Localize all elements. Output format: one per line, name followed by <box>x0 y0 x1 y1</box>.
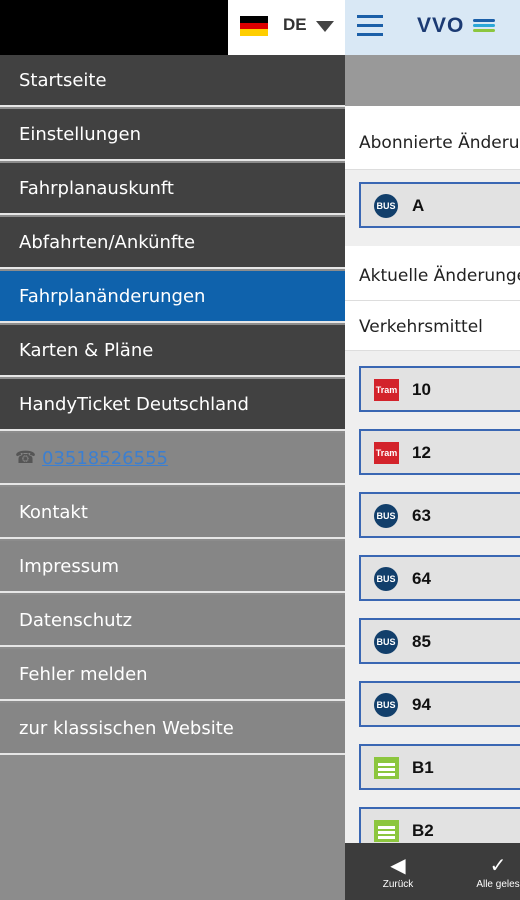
line-button-63[interactable]: BUS 63 <box>359 492 520 538</box>
transport-filter-label[interactable]: Verkehrsmittel <box>359 317 483 337</box>
subscribed-line-button[interactable]: BUS A <box>359 182 520 228</box>
menu-item-klassische-website[interactable]: zur klassischen Website <box>0 703 345 755</box>
vvo-logo-lines-icon <box>473 19 495 35</box>
status-area <box>0 0 228 55</box>
vvo-logo: VVO <box>417 14 465 37</box>
phone-link[interactable]: 03518526555 <box>42 433 168 485</box>
app-bar: VVO <box>345 0 520 55</box>
menu-item-fehler-melden[interactable]: Fehler melden <box>0 649 345 701</box>
menu-item-handyticket[interactable]: HandyTicket Deutschland <box>0 379 345 431</box>
language-selector[interactable]: DE <box>228 0 345 55</box>
bus-icon: BUS <box>374 630 398 654</box>
dropdown-caret-icon <box>316 21 334 32</box>
tram-icon: Tram <box>374 379 399 401</box>
line-label: B1 <box>412 758 434 777</box>
line-label: B2 <box>412 821 434 840</box>
header-strip <box>345 55 520 106</box>
mark-all-read-label: Alle geles <box>476 879 520 890</box>
menu-item-phone[interactable]: ☎ 03518526555 <box>0 433 345 485</box>
cable-car-icon <box>374 820 399 842</box>
back-label: Zurück <box>382 879 414 890</box>
menu-item-fahrplanauskunft[interactable]: Fahrplanauskunft <box>0 163 345 215</box>
line-button-12[interactable]: Tram 12 <box>359 429 520 475</box>
line-label: 64 <box>412 569 431 588</box>
menu-item-karten-plaene[interactable]: Karten & Pläne <box>0 325 345 377</box>
back-arrow-icon: ◀ <box>390 853 406 877</box>
menu-item-startseite[interactable]: Startseite <box>0 55 345 107</box>
main-content: Abonnierte Änderu BUS A Aktuelle Änderun… <box>345 55 520 900</box>
line-label: 12 <box>412 443 431 462</box>
line-label: A <box>412 196 425 215</box>
navigation-drawer: Startseite Einstellungen Fahrplanauskunf… <box>0 55 345 900</box>
line-button-85[interactable]: BUS 85 <box>359 618 520 664</box>
tram-icon: Tram <box>374 442 399 464</box>
german-flag-icon <box>240 16 268 37</box>
bottom-action-bar: ◀ Zurück ✓ Alle geles <box>345 843 520 900</box>
divider <box>345 300 520 301</box>
menu-item-kontakt[interactable]: Kontakt <box>0 487 345 539</box>
cable-car-icon <box>374 757 399 779</box>
line-label: 85 <box>412 632 431 651</box>
line-label: 94 <box>412 695 431 714</box>
line-button-64[interactable]: BUS 64 <box>359 555 520 601</box>
line-button-b1[interactable]: B1 <box>359 744 520 790</box>
menu-item-datenschutz[interactable]: Datenschutz <box>0 595 345 647</box>
phone-icon: ☎ <box>15 448 37 468</box>
current-changes-title: Aktuelle Änderunge <box>359 266 520 286</box>
back-button[interactable]: ◀ Zurück <box>363 843 433 900</box>
bus-icon: BUS <box>374 194 398 218</box>
line-label: 63 <box>412 506 431 525</box>
menu-item-abfahrten-ankuenfte[interactable]: Abfahrten/Ankünfte <box>0 217 345 269</box>
mark-all-read-button[interactable]: ✓ Alle geles <box>463 843 520 900</box>
menu-item-impressum[interactable]: Impressum <box>0 541 345 593</box>
menu-item-einstellungen[interactable]: Einstellungen <box>0 109 345 161</box>
line-label: 10 <box>412 380 431 399</box>
subscribed-changes-title: Abonnierte Änderu <box>359 133 520 153</box>
checkmark-icon: ✓ <box>489 853 507 877</box>
bus-icon: BUS <box>374 504 398 528</box>
menu-item-fahrplanaenderungen[interactable]: Fahrplanänderungen <box>0 271 345 323</box>
language-code: DE <box>283 15 307 34</box>
bus-icon: BUS <box>374 567 398 591</box>
bus-icon: BUS <box>374 693 398 717</box>
line-button-10[interactable]: Tram 10 <box>359 366 520 412</box>
hamburger-menu-icon[interactable] <box>357 15 383 37</box>
line-button-94[interactable]: BUS 94 <box>359 681 520 727</box>
